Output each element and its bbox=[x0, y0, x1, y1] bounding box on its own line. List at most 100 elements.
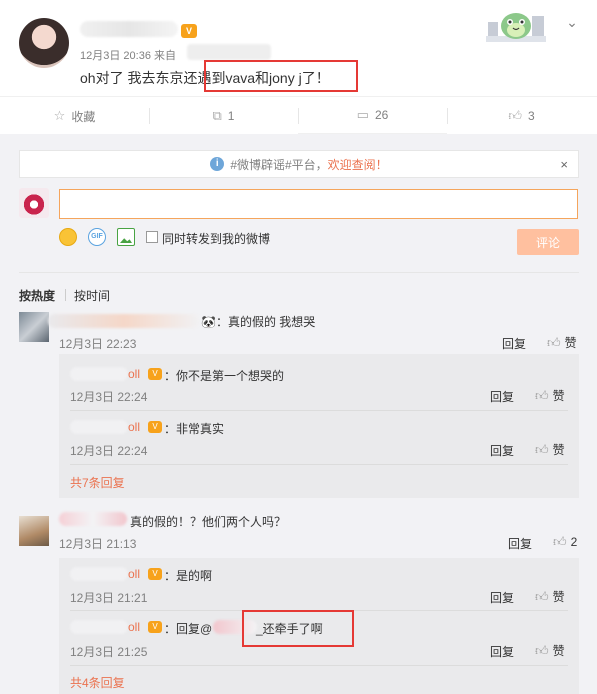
favorite-button[interactable]: ☆ 收藏 bbox=[0, 97, 149, 135]
reply-date: 12月3日 22:24 bbox=[70, 444, 148, 458]
vip-badge-icon: V bbox=[181, 24, 197, 38]
reply-date: 12月3日 21:25 bbox=[70, 645, 148, 659]
sort-tabs: 按热度 按时间 bbox=[19, 272, 579, 308]
comment-count: 26 bbox=[374, 108, 389, 122]
highlight-box bbox=[242, 610, 354, 647]
thumbs-up-icon: 👍︎ bbox=[535, 387, 549, 403]
image-icon[interactable] bbox=[117, 228, 135, 246]
replier-name-redacted[interactable] bbox=[70, 567, 128, 581]
thumbs-up-icon: 👍︎ bbox=[547, 334, 561, 350]
vip-badge-icon: V bbox=[148, 421, 162, 433]
submit-comment-button[interactable]: 评论 bbox=[517, 229, 579, 255]
replier-name-redacted[interactable] bbox=[70, 367, 128, 381]
reply-mention-prefix: ：回复@ bbox=[164, 622, 213, 636]
thumbs-up-icon: 👍︎ bbox=[508, 108, 522, 123]
close-icon[interactable]: × bbox=[560, 157, 568, 172]
divider bbox=[70, 665, 568, 666]
vip-badge-icon: V bbox=[148, 568, 162, 580]
comment-input[interactable] bbox=[59, 189, 578, 219]
divider bbox=[70, 464, 568, 465]
post-source-redacted bbox=[187, 44, 271, 60]
reply-button[interactable]: 回复 bbox=[490, 589, 514, 606]
thumbs-up-icon: 👍︎ bbox=[553, 534, 567, 549]
dinosaur-sticker-icon bbox=[486, 13, 546, 42]
notice-text: #微博辟谣#平台， bbox=[230, 157, 328, 172]
tab-sort-hot[interactable]: 按热度 bbox=[19, 287, 55, 304]
comment-date: 12月3日 22:23 bbox=[59, 337, 137, 351]
reply-button[interactable]: 回复 bbox=[508, 535, 532, 552]
divider bbox=[70, 410, 568, 411]
author-avatar[interactable] bbox=[19, 18, 69, 68]
reply-like-label: 赞 bbox=[552, 644, 565, 658]
highlight-box bbox=[204, 60, 358, 92]
reply-button[interactable]: 回复 bbox=[502, 335, 526, 352]
replier-name-tail[interactable]: oll bbox=[128, 620, 140, 634]
more-replies-link[interactable]: 共4条回复 bbox=[70, 674, 125, 691]
vip-badge-icon: V bbox=[148, 368, 162, 380]
comment-like-label: 赞 bbox=[564, 336, 577, 350]
replier-name-redacted[interactable] bbox=[70, 620, 128, 634]
commenter-name-redacted[interactable] bbox=[48, 314, 200, 328]
reply-date: 12月3日 21:21 bbox=[70, 591, 148, 605]
replier-name-tail[interactable]: oll bbox=[128, 567, 140, 581]
reply-like-button[interactable]: 👍︎ 赞 bbox=[535, 588, 565, 605]
comment-text: 真的假的！？他们两个人吗？ bbox=[130, 515, 287, 529]
gif-icon[interactable]: GIF bbox=[88, 228, 106, 246]
replier-name-tail[interactable]: oll bbox=[128, 420, 140, 434]
author-name-redacted[interactable] bbox=[80, 21, 178, 37]
like-count: 3 bbox=[527, 109, 535, 123]
star-icon: ☆ bbox=[53, 108, 66, 123]
repost-checkbox-label: 同时转发到我的微博 bbox=[162, 232, 271, 246]
my-avatar[interactable] bbox=[19, 188, 49, 218]
comment-like-button[interactable]: 👍︎ 2 bbox=[553, 534, 577, 550]
comment-date: 12月3日 21:13 bbox=[59, 537, 137, 551]
commenter-avatar[interactable] bbox=[19, 312, 49, 342]
rumor-notice-bar: i #微博辟谣#平台， 欢迎查阅！ × bbox=[19, 150, 579, 178]
thumbs-up-icon: 👍︎ bbox=[535, 642, 549, 658]
replier-name-tail[interactable]: oll bbox=[128, 367, 140, 381]
repost-checkbox[interactable] bbox=[146, 231, 158, 243]
post-action-bar: ☆ 收藏 ⧉ 1 ▭ 26 👍︎ 3 bbox=[0, 96, 597, 135]
reply-button[interactable]: 回复 bbox=[490, 643, 514, 660]
comment-section: i #微博辟谣#平台， 欢迎查阅！ × GIF 同时转发到我的微博 评论 按热度… bbox=[0, 134, 597, 694]
reply-text: ：非常真实 bbox=[164, 422, 225, 436]
replier-name-redacted[interactable] bbox=[70, 420, 128, 434]
thumbs-up-icon: 👍︎ bbox=[535, 441, 549, 457]
repost-icon: ⧉ bbox=[212, 108, 222, 123]
reply-text: ：是的啊 bbox=[164, 569, 213, 583]
commenter-name-redacted[interactable] bbox=[59, 512, 127, 526]
more-replies-link[interactable]: 共7条回复 bbox=[70, 474, 125, 491]
reply-button[interactable]: 回复 bbox=[490, 388, 514, 405]
reply-like-button[interactable]: 👍︎ 赞 bbox=[535, 642, 565, 659]
reply-like-button[interactable]: 👍︎ 赞 bbox=[535, 441, 565, 458]
info-icon: i bbox=[210, 157, 225, 171]
repost-count: 1 bbox=[227, 109, 235, 123]
commenter-avatar[interactable] bbox=[19, 516, 49, 546]
repost-button[interactable]: ⧉ 1 bbox=[149, 97, 298, 135]
comment-text: 🐼：真的假的 我想哭 bbox=[201, 315, 316, 329]
like-button[interactable]: 👍︎ 3 bbox=[447, 97, 596, 135]
reply-button[interactable]: 回复 bbox=[490, 442, 514, 459]
favorite-label: 收藏 bbox=[71, 109, 96, 124]
notice-link[interactable]: 欢迎查阅！ bbox=[328, 156, 388, 173]
reply-like-button[interactable]: 👍︎ 赞 bbox=[535, 387, 565, 404]
reply-list: oll V ：是的啊 12月3日 21:21 回复 👍︎ 赞 oll V ：回复… bbox=[59, 558, 579, 694]
reply-text: ：你不是第一个想哭的 bbox=[164, 369, 285, 383]
divider bbox=[65, 289, 66, 301]
comment-icon: ▭ bbox=[356, 107, 369, 122]
comment-like-count: 2 bbox=[570, 535, 578, 549]
emoji-icon[interactable] bbox=[59, 228, 77, 246]
weibo-post: V 12月3日 20:36 来自 oh对了 我去东京还遇到vava和jony j… bbox=[0, 0, 597, 96]
chevron-down-icon[interactable]: ⌄ bbox=[564, 14, 580, 30]
post-time: 12月3日 20:36 来自 bbox=[80, 50, 176, 62]
reply-list: oll V ：你不是第一个想哭的 12月3日 22:24 回复 👍︎ 赞 oll… bbox=[59, 354, 579, 498]
tab-sort-time[interactable]: 按时间 bbox=[74, 287, 110, 304]
reply-like-label: 赞 bbox=[552, 590, 565, 604]
comment-like-button[interactable]: 👍︎ 赞 bbox=[547, 334, 577, 351]
reply-like-label: 赞 bbox=[552, 443, 565, 457]
vip-badge-icon: V bbox=[148, 621, 162, 633]
comment-button[interactable]: ▭ 26 bbox=[298, 97, 447, 135]
reply-like-label: 赞 bbox=[552, 389, 565, 403]
thumbs-up-icon: 👍︎ bbox=[535, 588, 549, 604]
reply-date: 12月3日 22:24 bbox=[70, 390, 148, 404]
